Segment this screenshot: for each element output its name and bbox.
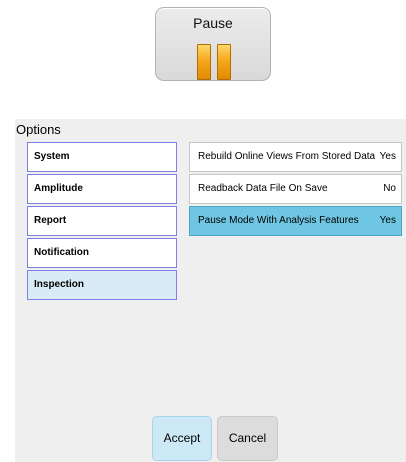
setting-name: Pause Mode With Analysis Features (198, 215, 359, 226)
pause-button-label: Pause (193, 15, 233, 31)
setting-row-rebuild-online-views[interactable]: Rebuild Online Views From Stored Data Ye… (189, 142, 402, 172)
category-item-notification[interactable]: Notification (27, 238, 177, 268)
pause-icon-bar-right (217, 44, 231, 80)
pause-icon-bar-left (197, 44, 211, 80)
setting-value: No (383, 183, 396, 194)
accept-button[interactable]: Accept (152, 416, 212, 461)
setting-row-readback-data-file[interactable]: Readback Data File On Save No (189, 174, 402, 204)
pause-icon (197, 44, 231, 80)
category-item-inspection[interactable]: Inspection (27, 270, 177, 300)
setting-name: Rebuild Online Views From Stored Data (198, 151, 376, 162)
category-item-report[interactable]: Report (27, 206, 177, 236)
cancel-button[interactable]: Cancel (217, 416, 278, 461)
category-item-system[interactable]: System (27, 142, 177, 172)
setting-value: Yes (379, 215, 396, 226)
category-item-amplitude[interactable]: Amplitude (27, 174, 177, 204)
options-title: Options (16, 122, 61, 137)
options-panel: Options System Amplitude Report Notifica… (15, 119, 406, 462)
setting-row-pause-mode-analysis[interactable]: Pause Mode With Analysis Features Yes (189, 206, 402, 236)
setting-value: Yes (379, 151, 396, 162)
setting-name: Readback Data File On Save (198, 183, 328, 194)
pause-button[interactable]: Pause (155, 7, 271, 81)
